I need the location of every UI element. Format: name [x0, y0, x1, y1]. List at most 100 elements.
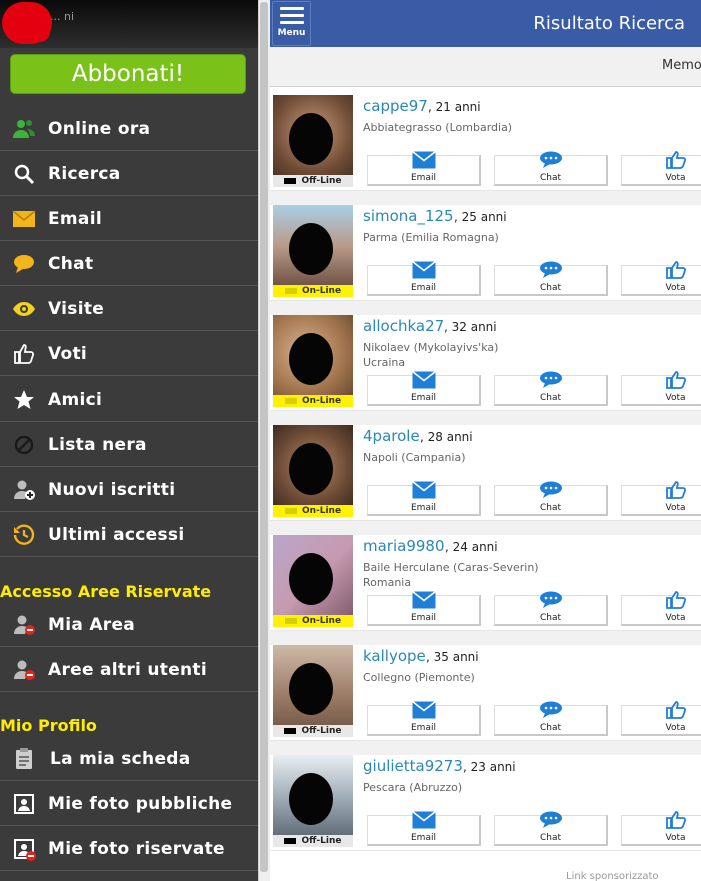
email-button-label: Email [411, 613, 436, 623]
sidebar-username[interactable]: ... ni [50, 10, 74, 23]
thumbs-up-icon [664, 591, 688, 613]
user-age: , 21 anni [428, 100, 481, 114]
chat-button[interactable]: Chat [494, 701, 608, 736]
sidebar-item-label: La mia scheda [50, 748, 191, 769]
result-card: On-Line 4parole, 28 anni Napoli (Campania)… [270, 425, 701, 521]
profile-photo[interactable]: Off-Line [273, 95, 353, 187]
sidebar-item-online-ora[interactable]: Online ora [0, 107, 258, 151]
username-link[interactable]: kallyope [363, 647, 426, 665]
memo-link[interactable]: Memo [662, 58, 701, 73]
user-location: Parma (Emilia Romagna) [363, 230, 499, 245]
photo-locked-icon [0, 837, 48, 861]
sidebar-item-amici[interactable]: Amici [0, 378, 258, 422]
status-dot [284, 838, 297, 844]
redaction-mark [30, 14, 50, 42]
vote-button-label: Vota [665, 173, 686, 183]
email-button[interactable]: Email [367, 480, 481, 516]
chat-bubble-icon [0, 252, 48, 276]
email-button[interactable]: Email [367, 700, 481, 736]
email-button-label: Email [411, 283, 436, 293]
envelope-icon [411, 370, 436, 393]
chat-button[interactable]: Chat [494, 371, 608, 406]
profile-photo[interactable]: On-Line [273, 535, 353, 627]
subscribe-button[interactable]: Abbonati! [10, 54, 246, 94]
thumbs-up-icon [664, 371, 688, 393]
thumbs-up-icon [664, 701, 688, 723]
sidebar-item-aree-altri-utenti[interactable]: Aree altri utenti [0, 648, 258, 692]
chat-button-label: Chat [539, 173, 562, 183]
email-button[interactable]: Email [367, 150, 481, 186]
vote-button[interactable]: Vota [621, 151, 701, 186]
vote-button[interactable]: Vota [621, 701, 701, 736]
email-button-label: Email [411, 503, 436, 513]
sidebar-header: ... ni [0, 0, 258, 48]
status-dot [284, 288, 297, 294]
profile-photo[interactable]: Off-Line [273, 755, 353, 847]
profile-photo[interactable]: On-Line [273, 315, 353, 407]
user-age: , 28 anni [420, 430, 473, 444]
sidebar-item-label: Ricerca [48, 163, 121, 184]
sidebar-item-label: Email [48, 208, 102, 229]
envelope-icon [411, 260, 436, 283]
history-icon [0, 523, 48, 547]
email-button[interactable]: Email [367, 260, 481, 296]
sidebar-item-ultimi-accessi[interactable]: Ultimi accessi [0, 513, 258, 557]
username-link[interactable]: cappe97 [363, 97, 428, 115]
sidebar-item-mie-foto-pubbliche[interactable]: Mie foto pubbliche [0, 782, 258, 826]
chat-button[interactable]: Chat [494, 261, 608, 296]
location-line: Parma (Emilia Romagna) [363, 231, 499, 244]
status-label: On-Line [301, 286, 342, 296]
email-button[interactable]: Email [367, 590, 481, 626]
username-link[interactable]: giulietta9273 [363, 757, 463, 775]
profile-photo[interactable]: On-Line [273, 205, 353, 297]
face-redaction [289, 443, 333, 495]
envelope-icon [411, 590, 436, 613]
chat-button[interactable]: Chat [494, 481, 608, 516]
profile-photo[interactable]: On-Line [273, 425, 353, 517]
vote-button[interactable]: Vota [621, 481, 701, 516]
sidebar-item-label: Chat [48, 253, 94, 274]
location-line: Baile Herculane (Caras-Severin) [363, 561, 539, 574]
page-title: Risultato Ricerca [533, 13, 685, 34]
sidebar-item-email[interactable]: Email [0, 197, 258, 241]
result-card: Off-Line kallyope, 35 anni Collegno (Piemo… [270, 645, 701, 741]
sidebar-item-voti[interactable]: Voti [0, 332, 258, 376]
sidebar-item-visite[interactable]: Visite [0, 287, 258, 331]
chat-button[interactable]: Chat [494, 591, 608, 626]
vote-button[interactable]: Vota [621, 261, 701, 296]
users-restricted-icon [0, 658, 48, 682]
email-button[interactable]: Email [367, 370, 481, 406]
vote-button[interactable]: Vota [621, 371, 701, 406]
menu-button[interactable]: Menu [272, 1, 311, 46]
chat-button[interactable]: Chat [494, 811, 608, 846]
username-link[interactable]: simona_125 [363, 207, 454, 225]
status-dot [284, 178, 297, 184]
sidebar-item-mia-area[interactable]: Mia Area [0, 603, 258, 647]
sidebar-item-la-mia-scheda[interactable]: La mia scheda [0, 737, 258, 781]
sidebar-scrollbar-thumb[interactable] [260, 2, 268, 872]
sidebar-item-lista-nera[interactable]: Lista nera [0, 423, 258, 467]
card-separator [270, 741, 701, 755]
vote-button-label: Vota [665, 503, 686, 513]
clipboard-icon [0, 747, 48, 771]
username-link[interactable]: allochka27 [363, 317, 444, 335]
email-button[interactable]: Email [367, 810, 481, 846]
vote-button-label: Vota [665, 723, 686, 733]
sidebar-item-nuovi-iscritti[interactable]: Nuovi iscritti [0, 468, 258, 512]
sidebar-item-chat[interactable]: Chat [0, 242, 258, 286]
user-age: , 32 anni [444, 320, 497, 334]
sidebar-item-mie-foto-riservate[interactable]: Mie foto riservate [0, 827, 258, 871]
face-redaction [289, 553, 333, 605]
vote-button[interactable]: Vota [621, 591, 701, 626]
result-card: Off-Line giulietta9273, 23 anni Pescara (A… [270, 755, 701, 851]
face-redaction [289, 773, 333, 825]
sidebar-item-ricerca[interactable]: Ricerca [0, 152, 258, 196]
username-link[interactable]: 4parole [363, 427, 420, 445]
result-card: Off-Line cappe97, 21 anni Abbiategrasso (L… [270, 95, 701, 191]
menu-button-label: Menu [277, 28, 306, 38]
username-link[interactable]: maria9980 [363, 537, 445, 555]
chat-button[interactable]: Chat [494, 151, 608, 186]
email-button-label: Email [411, 833, 436, 843]
profile-photo[interactable]: Off-Line [273, 645, 353, 737]
vote-button[interactable]: Vota [621, 811, 701, 846]
